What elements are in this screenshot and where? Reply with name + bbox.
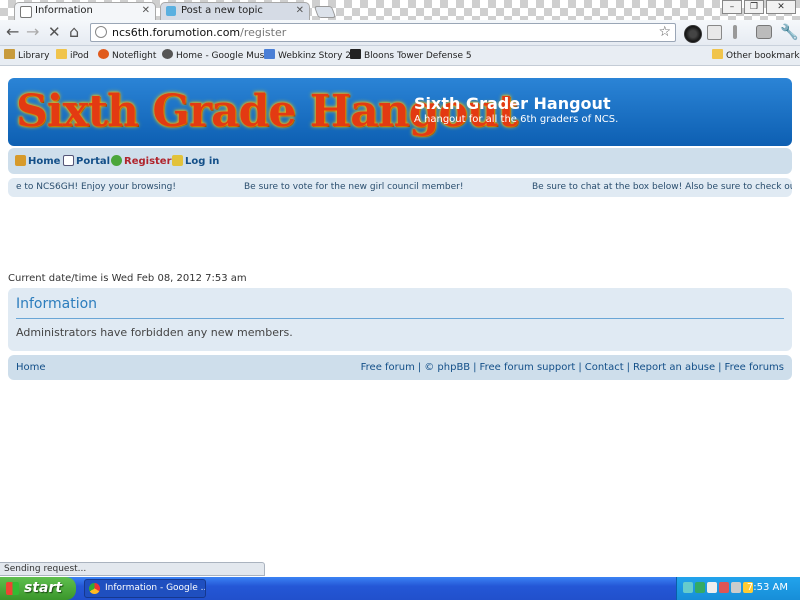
close-tab-icon[interactable]: ✕: [296, 5, 304, 16]
announcement-marquee: e to NCS6GH! Enjoy your browsing! Be sur…: [8, 178, 792, 197]
footer-link-support[interactable]: Free forum support: [480, 362, 576, 373]
globe-icon: [95, 26, 107, 38]
panel-title: Information: [16, 296, 98, 312]
chrome-icon: [89, 583, 100, 594]
extension-icon[interactable]: [707, 25, 722, 40]
separator: |: [718, 362, 722, 373]
forum-header-banner: Sixth Grade Hangout Sixth Grader Hangout…: [8, 78, 792, 146]
footer-links: Free forum | © phpBB | Free forum support | Co…: [361, 362, 784, 373]
bookmark-webkinz[interactable]: Webkinz Story 2: [264, 49, 351, 61]
windows-flag-icon: [6, 582, 19, 595]
tab-post-new-topic[interactable]: Post a new topic ✕: [160, 2, 310, 20]
separator: |: [626, 362, 631, 373]
page-content: Sixth Grade Hangout Sixth Grader Hangout…: [0, 66, 800, 562]
forward-icon[interactable]: →: [26, 23, 39, 41]
new-tab-button[interactable]: [313, 6, 337, 18]
status-bubble: Sending request...: [0, 562, 265, 576]
extension-icon[interactable]: [756, 25, 772, 39]
other-bookmarks[interactable]: Other bookmarks: [712, 49, 800, 61]
security-icon[interactable]: [719, 582, 729, 593]
page-favicon-icon: [20, 6, 32, 18]
headphones-icon: [162, 49, 173, 59]
portal-icon: [63, 155, 74, 166]
nav-register[interactable]: Register: [111, 155, 172, 167]
footer-link-contact[interactable]: Contact: [585, 362, 624, 373]
close-window-button[interactable]: ✕: [766, 0, 796, 14]
folder-icon: [56, 49, 67, 59]
tab-title: Information: [35, 5, 93, 16]
taskbar-item-chrome[interactable]: Information - Google ...: [84, 579, 206, 598]
key-icon: [172, 155, 183, 166]
separator: |: [417, 362, 422, 373]
current-datetime: Current date/time is Wed Feb 08, 2012 7:…: [8, 273, 247, 284]
volume-icon[interactable]: [707, 582, 717, 593]
document-icon: [264, 49, 275, 59]
close-tab-icon[interactable]: ✕: [142, 5, 150, 16]
windows-taskbar: start Information - Google ... 7:53 AM: [0, 577, 800, 600]
footer-link-report-abuse[interactable]: Report an abuse: [633, 362, 715, 373]
bookmark-google-music[interactable]: Home - Google Music: [162, 49, 272, 61]
bookmark-bloons[interactable]: Bloons Tower Defense 5: [350, 49, 472, 61]
forum-navbar: Home Portal Register Log in: [8, 148, 792, 174]
marquee-item: Be sure to chat at the box below! Also b…: [532, 182, 792, 192]
back-icon[interactable]: ←: [6, 23, 19, 41]
nav-login[interactable]: Log in: [172, 155, 219, 167]
information-panel: Information Administrators have forbidde…: [8, 288, 792, 351]
browser-toolbar: ← → ✕ ⌂ ncs6th.forumotion.com/register ☆…: [0, 20, 800, 46]
separator: |: [578, 362, 582, 373]
address-text[interactable]: ncs6th.forumotion.com/register: [112, 26, 286, 39]
bookmark-noteflight[interactable]: Noteflight: [98, 49, 156, 61]
marquee-item: Be sure to vote for the new girl council…: [244, 182, 464, 192]
address-bar[interactable]: ncs6th.forumotion.com/register ☆: [90, 23, 676, 42]
separator: |: [473, 362, 477, 373]
panel-message: Administrators have forbidden any new me…: [16, 326, 293, 339]
tab-information[interactable]: Information ✕: [14, 2, 156, 20]
stop-icon[interactable]: ✕: [48, 23, 61, 41]
forum-footer: Home Free forum | © phpBB | Free forum suppo…: [8, 355, 792, 380]
panel-divider: [16, 318, 784, 319]
footer-link-phpbb[interactable]: © phpBB: [424, 362, 470, 373]
marquee-item: e to NCS6GH! Enjoy your browsing!: [16, 182, 176, 192]
bookmark-library[interactable]: Library: [4, 49, 49, 61]
extension-icon[interactable]: [733, 25, 737, 39]
start-button[interactable]: start: [0, 577, 76, 600]
footer-home-link[interactable]: Home: [16, 362, 46, 373]
clock[interactable]: 7:53 AM: [747, 582, 788, 593]
tab-strip: Information ✕ Post a new topic ✕ – ❐ ✕: [0, 0, 800, 20]
home-icon[interactable]: ⌂: [69, 23, 79, 41]
nav-home[interactable]: Home: [15, 155, 60, 167]
tab-title: Post a new topic: [181, 5, 263, 16]
site-title: Sixth Grader Hangout: [414, 94, 611, 113]
library-icon: [4, 49, 15, 59]
system-tray: 7:53 AM: [676, 577, 800, 600]
nk-icon: [350, 49, 361, 59]
network-icon[interactable]: [683, 582, 693, 593]
nav-portal[interactable]: Portal: [63, 155, 110, 167]
house-icon: [15, 155, 26, 166]
restore-button[interactable]: ❐: [744, 0, 764, 14]
folder-icon: [712, 49, 723, 59]
footer-link-free-forums[interactable]: Free forums: [725, 362, 784, 373]
extension-icon[interactable]: [684, 25, 702, 43]
bookmark-star-icon[interactable]: ☆: [658, 24, 671, 40]
tray-app-icon[interactable]: [695, 582, 705, 593]
site-description: A hangout for all the 6th graders of NCS…: [414, 114, 619, 125]
tray-app-icon[interactable]: [731, 582, 741, 593]
minimize-button[interactable]: –: [722, 0, 742, 14]
bookmarks-bar: Library iPod Noteflight Home - Google Mu…: [0, 46, 800, 66]
wrench-icon[interactable]: 🔧: [780, 23, 799, 41]
forumotion-favicon-icon: [166, 6, 176, 16]
plus-icon: [111, 155, 122, 166]
noteflight-icon: [98, 49, 109, 59]
footer-link-free-forum[interactable]: Free forum: [361, 362, 415, 373]
bookmark-ipod[interactable]: iPod: [56, 49, 89, 61]
